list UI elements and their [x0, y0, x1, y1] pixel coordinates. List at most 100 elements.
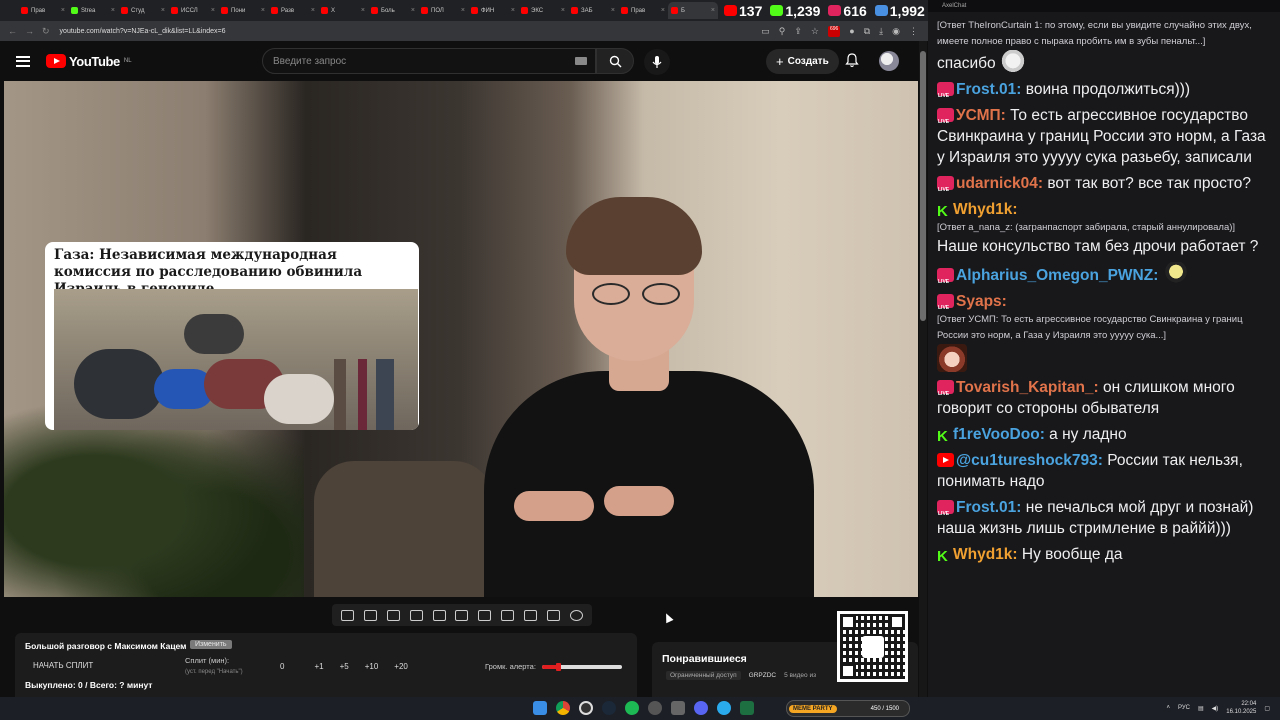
- browser-tab[interactable]: ИССЛ ×: [168, 2, 218, 19]
- address-bar[interactable]: ← → ↻ youtube.com/watch?v=NJEa-cL_dik&li…: [0, 21, 928, 41]
- playlist-title[interactable]: Понравившиеся: [662, 653, 747, 665]
- obs-icon[interactable]: [579, 701, 593, 715]
- notification-icon[interactable]: ▢: [1264, 705, 1270, 712]
- discord-icon[interactable]: [694, 701, 708, 715]
- profile-icon[interactable]: ◉: [892, 26, 900, 37]
- account-avatar[interactable]: [879, 51, 899, 71]
- zoom-icon[interactable]: ⚲: [779, 26, 786, 37]
- browser-tab[interactable]: ЗАБ ×: [568, 2, 618, 19]
- tab-close-icon[interactable]: ×: [261, 7, 265, 14]
- browser-tab[interactable]: Пони ×: [218, 2, 268, 19]
- chat-username[interactable]: Whyd1k:: [953, 546, 1018, 563]
- hamburger-menu-icon[interactable]: [16, 55, 30, 67]
- loop-icon[interactable]: [340, 609, 354, 621]
- windows-start-icon[interactable]: [533, 701, 547, 715]
- chrome-icon[interactable]: [556, 701, 570, 715]
- browser-tab[interactable]: Прав ×: [618, 2, 668, 19]
- settings-gear-icon[interactable]: [570, 609, 584, 621]
- chat-username[interactable]: @cu1tureshock793:: [956, 452, 1103, 469]
- start-split-button[interactable]: НАЧАТЬ СПЛИТ: [33, 661, 93, 670]
- split-add-20-button[interactable]: +20: [394, 662, 408, 671]
- tab-close-icon[interactable]: ×: [711, 7, 715, 14]
- browser-tab[interactable]: Б ×: [668, 2, 718, 19]
- split-add-1-button[interactable]: +1: [314, 662, 323, 671]
- youtube-logo[interactable]: YouTube NL: [46, 54, 132, 69]
- clock[interactable]: 22:04 16.10.2025: [1226, 700, 1256, 716]
- steam-icon[interactable]: [602, 701, 616, 715]
- chat-username[interactable]: Alpharius_Omegon_PWNZ:: [956, 267, 1158, 284]
- split-add-10-button[interactable]: +10: [365, 662, 379, 671]
- browser-tab[interactable]: ФИН ×: [468, 2, 518, 19]
- forward-icon[interactable]: →: [25, 26, 34, 37]
- chat-username[interactable]: Tovarish_Kapitan_:: [956, 379, 1099, 396]
- language-indicator[interactable]: РУС: [1178, 705, 1190, 711]
- app-icon[interactable]: [671, 701, 685, 715]
- browser-tab[interactable]: ЭКС ×: [518, 2, 568, 19]
- share-icon[interactable]: ⇪: [794, 26, 802, 37]
- window-icon[interactable]: [455, 609, 469, 621]
- menu-icon[interactable]: ⋮: [909, 26, 918, 37]
- audio-icon[interactable]: [386, 609, 400, 621]
- edit-button[interactable]: Изменить: [190, 640, 232, 649]
- back-icon[interactable]: ←: [8, 26, 17, 37]
- download-icon[interactable]: ⤓: [879, 26, 883, 37]
- tab-close-icon[interactable]: ×: [661, 7, 665, 14]
- extension-badge[interactable]: 696: [827, 25, 841, 37]
- network-icon[interactable]: ▤: [1198, 705, 1204, 712]
- tab-close-icon[interactable]: ×: [61, 7, 65, 14]
- extension-icon[interactable]: ●: [849, 26, 854, 37]
- chat-username[interactable]: Syaps:: [956, 293, 1007, 310]
- url-text[interactable]: youtube.com/watch?v=NJEa-cL_dik&list=LL&…: [60, 28, 762, 35]
- chat-username[interactable]: УСМП:: [956, 107, 1006, 124]
- spotify-icon[interactable]: [625, 701, 639, 715]
- chat-username[interactable]: Whyd1k:: [953, 201, 1018, 218]
- add-icon[interactable]: [524, 609, 538, 621]
- split-add-5-button[interactable]: +5: [340, 662, 349, 671]
- tab-close-icon[interactable]: ×: [361, 7, 365, 14]
- voice-search-button[interactable]: [644, 49, 670, 75]
- browser-tab[interactable]: Strea ×: [68, 2, 118, 19]
- create-button[interactable]: + Создать: [766, 49, 839, 74]
- browser-tab[interactable]: Х ×: [318, 2, 368, 19]
- keyboard-icon[interactable]: [575, 57, 587, 65]
- chat-username[interactable]: Frost.01:: [956, 499, 1021, 516]
- tab-close-icon[interactable]: ×: [161, 7, 165, 14]
- meme-party-widget[interactable]: MEME PARTY 450 / 1500: [786, 700, 910, 717]
- chat-username[interactable]: udarnick04:: [956, 175, 1043, 192]
- camera-icon[interactable]: [547, 609, 561, 621]
- chat-username[interactable]: Frost.01:: [956, 81, 1021, 98]
- tab-close-icon[interactable]: ×: [411, 7, 415, 14]
- cast-icon[interactable]: ▭: [761, 26, 770, 37]
- browser-tab[interactable]: Боль ×: [368, 2, 418, 19]
- tab-close-icon[interactable]: ×: [211, 7, 215, 14]
- browser-tab[interactable]: Разв ×: [268, 2, 318, 19]
- browser-tab[interactable]: Прав ×: [18, 2, 68, 19]
- page-scrollbar[interactable]: [919, 41, 927, 697]
- excel-icon[interactable]: [740, 701, 754, 715]
- playlist-channel[interactable]: GRPZDC: [749, 672, 776, 679]
- sort-icon[interactable]: [363, 609, 377, 621]
- search-button[interactable]: [596, 48, 634, 74]
- chat-username[interactable]: f1reVooDoo:: [953, 426, 1045, 443]
- volume-icon[interactable]: ◀): [1212, 705, 1219, 712]
- browser-tab[interactable]: Студ ×: [118, 2, 168, 19]
- notifications-bell-icon[interactable]: [845, 53, 859, 68]
- tab-close-icon[interactable]: ×: [311, 7, 315, 14]
- film-icon[interactable]: [478, 609, 492, 621]
- tab-close-icon[interactable]: ×: [561, 7, 565, 14]
- screenshot-icon[interactable]: [409, 609, 423, 621]
- reload-icon[interactable]: ↻: [42, 26, 50, 37]
- search-input[interactable]: Введите запрос: [262, 48, 596, 74]
- browser-tab[interactable]: ПОЛ ×: [418, 2, 468, 19]
- speed-icon[interactable]: [501, 609, 515, 621]
- tab-close-icon[interactable]: ×: [461, 7, 465, 14]
- tab-close-icon[interactable]: ×: [511, 7, 515, 14]
- telegram-icon[interactable]: [717, 701, 731, 715]
- calendar-icon[interactable]: [432, 609, 446, 621]
- tray-arrow-icon[interactable]: ˄: [1166, 705, 1170, 711]
- tab-close-icon[interactable]: ×: [111, 7, 115, 14]
- tab-close-icon[interactable]: ×: [611, 7, 615, 14]
- bookmark-icon[interactable]: ☆: [811, 26, 819, 37]
- alert-volume-slider[interactable]: [541, 662, 622, 671]
- media-icon[interactable]: [648, 701, 662, 715]
